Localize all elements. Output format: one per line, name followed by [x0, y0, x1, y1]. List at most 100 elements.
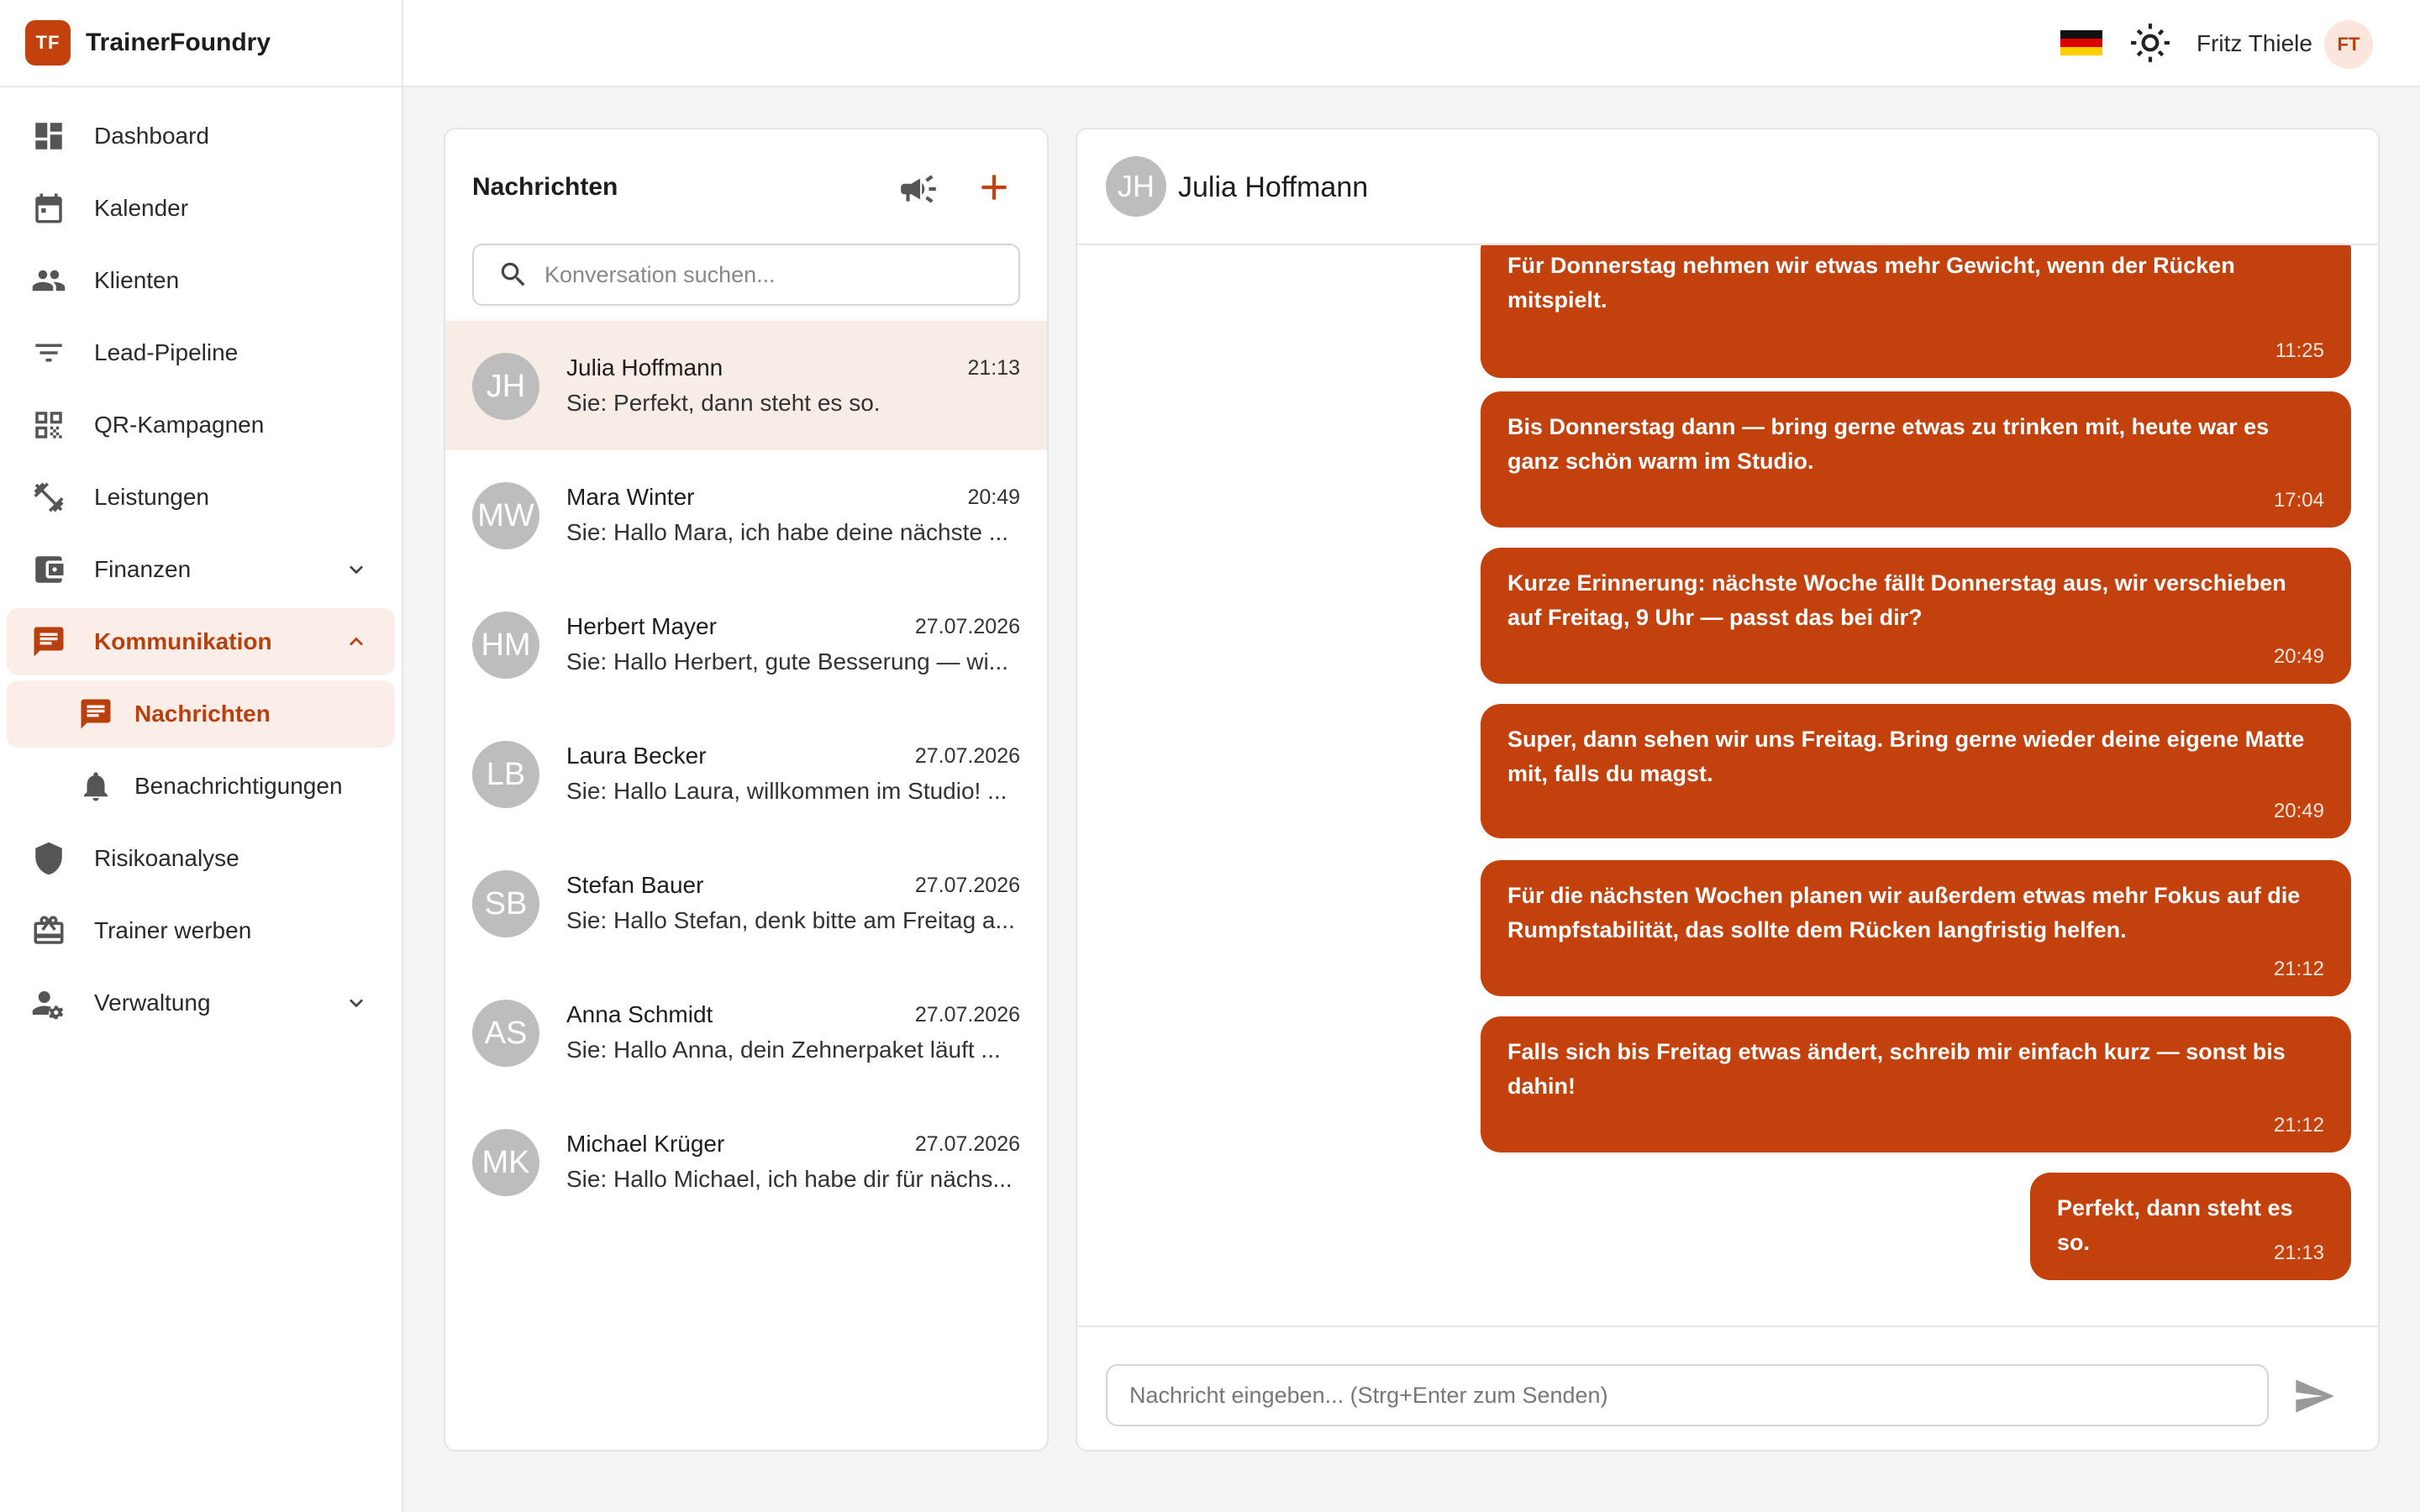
- sidebar-item-label: Dashboard: [94, 123, 209, 149]
- conversation-item[interactable]: SB Stefan Bauer 27.07.2026 Sie: Hallo St…: [445, 838, 1047, 968]
- conversation-name: Herbert Mayer: [566, 613, 717, 639]
- sidebar-item-leistungen[interactable]: Leistungen: [7, 464, 395, 531]
- search-input[interactable]: [544, 261, 998, 288]
- message-time: 17:04: [2273, 489, 2324, 512]
- sidebar-item-label: Trainer werben: [94, 917, 252, 943]
- sidebar-item-label: Leistungen: [94, 484, 210, 510]
- sidebar-item-label: QR-Kampagnen: [94, 412, 265, 438]
- conversation-time: 20:49: [967, 486, 1020, 509]
- sidebar-item-nachrichten[interactable]: Nachrichten: [7, 680, 395, 748]
- message-icon: [77, 696, 114, 732]
- conversation-time: 27.07.2026: [914, 874, 1020, 897]
- conversation-time: 27.07.2026: [914, 744, 1020, 768]
- conversation-preview: Sie: Hallo Mara, ich habe deine nächste …: [566, 519, 1009, 545]
- sidebar-item-risikoanalyse[interactable]: Risikoanalyse: [7, 825, 395, 892]
- avatar[interactable]: FT: [2324, 20, 2373, 69]
- add-conversation-button[interactable]: [973, 166, 1015, 208]
- chevron-down-icon: [343, 990, 370, 1016]
- conversation-preview: Sie: Hallo Anna, dein Zehnerpaket läuft …: [566, 1037, 1001, 1063]
- message-list: Für Donnerstag nehmen wir etwas mehr Gew…: [1077, 245, 2378, 1337]
- conversation-name: Mara Winter: [566, 484, 695, 510]
- avatar: AS: [472, 1000, 539, 1067]
- conversation-item[interactable]: JH Julia Hoffmann 21:13 Sie: Perfekt, da…: [445, 321, 1047, 450]
- sidebar-item-label: Verwaltung: [94, 990, 211, 1016]
- message-text: Für die nächsten Wochen planen wir außer…: [1507, 883, 2301, 942]
- sidebar-item-label: Benachrichtigungen: [134, 773, 343, 799]
- message-bubble: Bis Donnerstag dann — bring gerne etwas …: [1481, 391, 2351, 528]
- chevron-down-icon: [343, 556, 370, 583]
- sidebar-item-kalender[interactable]: Kalender: [7, 175, 395, 242]
- conversation-preview: Sie: Perfekt, dann steht es so.: [566, 390, 881, 416]
- send-button[interactable]: [2292, 1374, 2336, 1418]
- user-settings-icon: [30, 984, 67, 1021]
- sidebar-item-label: Finanzen: [94, 556, 192, 582]
- avatar: MW: [472, 482, 539, 549]
- sun-icon[interactable]: [2129, 22, 2171, 64]
- chevron-up-icon: [343, 628, 370, 655]
- brand[interactable]: TF TrainerFoundry: [0, 0, 402, 87]
- sidebar-item-label: Kommunikation: [94, 628, 272, 654]
- message-composer: [1077, 1326, 2378, 1450]
- message-bubble: Super, dann sehen wir uns Freitag. Bring…: [1481, 704, 2351, 838]
- message-time: 20:49: [2273, 800, 2324, 822]
- avatar: LB: [472, 741, 539, 808]
- user-name[interactable]: Fritz Thiele: [2196, 30, 2312, 57]
- shield-icon: [30, 840, 67, 877]
- conversation-name: Michael Krüger: [566, 1131, 725, 1157]
- chat-header: JH Julia Hoffmann: [1077, 129, 2378, 245]
- sidebar-item-dashboard[interactable]: Dashboard: [7, 102, 395, 170]
- people-icon: [30, 262, 67, 299]
- sidebar-item-qr-kampagnen[interactable]: QR-Kampagnen: [7, 391, 395, 459]
- conversation-item[interactable]: LB Laura Becker 27.07.2026 Sie: Hallo La…: [445, 709, 1047, 838]
- sidebar-item-label: Klienten: [94, 267, 180, 293]
- sidebar-item-label: Lead-Pipeline: [94, 339, 239, 365]
- sidebar-item-verwaltung[interactable]: Verwaltung: [7, 969, 395, 1037]
- sidebar-item-label: Risikoanalyse: [94, 845, 239, 871]
- conversation-item[interactable]: AS Anna Schmidt 27.07.2026 Sie: Hallo An…: [445, 968, 1047, 1097]
- sidebar-item-kommunikation[interactable]: Kommunikation: [7, 608, 395, 675]
- sidebar-item-lead-pipeline[interactable]: Lead-Pipeline: [7, 319, 395, 386]
- sidebar-item-finanzen[interactable]: Finanzen: [7, 536, 395, 603]
- sidebar-item-label: Nachrichten: [134, 701, 271, 727]
- brand-logo: TF: [25, 20, 71, 66]
- brand-name: TrainerFoundry: [86, 29, 271, 56]
- conversation-time: 27.07.2026: [914, 1003, 1020, 1026]
- conversation-item[interactable]: MW Mara Winter 20:49 Sie: Hallo Mara, ic…: [445, 450, 1047, 580]
- conversation-name: Stefan Bauer: [566, 872, 704, 898]
- conversation-name: Anna Schmidt: [566, 1001, 713, 1027]
- conversation-name: Julia Hoffmann: [566, 354, 723, 381]
- conversation-time: 21:13: [967, 356, 1020, 380]
- conversation-list: JH Julia Hoffmann 21:13 Sie: Perfekt, da…: [445, 321, 1047, 1226]
- conversation-item[interactable]: HM Herbert Mayer 27.07.2026 Sie: Hallo H…: [445, 580, 1047, 709]
- calendar-icon: [30, 190, 67, 227]
- message-bubble: Perfekt, dann steht es so. 21:13: [2030, 1173, 2351, 1280]
- sidebar-item-klienten[interactable]: Klienten: [7, 247, 395, 314]
- search-field[interactable]: [472, 244, 1020, 306]
- message-bubble: Für die nächsten Wochen planen wir außer…: [1481, 860, 2351, 996]
- gift-icon: [30, 912, 67, 949]
- sidebar-item-benachrichtigungen[interactable]: Benachrichtigungen: [7, 753, 395, 820]
- send-icon: [2296, 1379, 2334, 1413]
- conversation-preview: Sie: Hallo Herbert, gute Besserung — wi.…: [566, 648, 1009, 675]
- avatar: JH: [472, 353, 539, 420]
- message-time: 20:49: [2273, 645, 2324, 668]
- message-bubble: Kurze Erinnerung: nächste Woche fällt Do…: [1481, 548, 2351, 684]
- message-bubble: Für Donnerstag nehmen wir etwas mehr Gew…: [1481, 245, 2351, 378]
- message-time: 11:25: [2275, 339, 2324, 362]
- avatar: HM: [472, 612, 539, 679]
- sidebar-item-trainer-werben[interactable]: Trainer werben: [7, 897, 395, 964]
- chat-contact-name: Julia Hoffmann: [1178, 171, 1369, 203]
- megaphone-icon[interactable]: [897, 168, 939, 210]
- avatar: MK: [472, 1129, 539, 1196]
- conversations-title: Nachrichten: [472, 173, 618, 201]
- conversation-name: Laura Becker: [566, 743, 707, 769]
- search-icon: [501, 262, 525, 286]
- de-flag-icon[interactable]: [2060, 30, 2102, 55]
- sidebar-item-label: Kalender: [94, 195, 189, 221]
- bell-icon: [77, 768, 114, 805]
- dumbbell-icon: [30, 479, 67, 516]
- conversation-item[interactable]: MK Michael Krüger 27.07.2026 Sie: Hallo …: [445, 1097, 1047, 1226]
- chat-icon: [30, 623, 67, 660]
- message-input[interactable]: [1106, 1364, 2269, 1426]
- qr-code-icon: [30, 407, 67, 444]
